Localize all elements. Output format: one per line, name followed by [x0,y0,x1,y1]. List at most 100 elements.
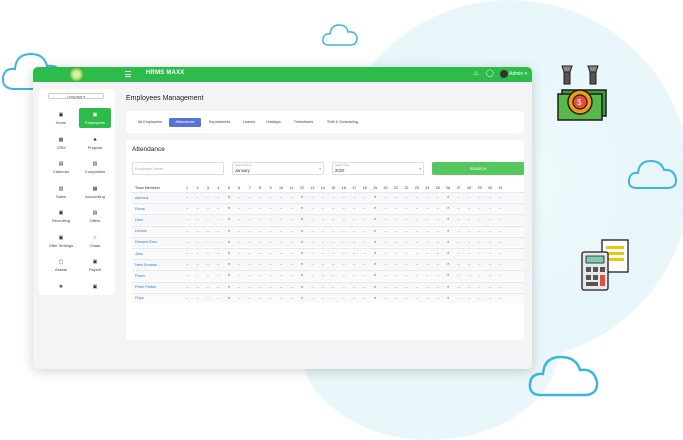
day-header: 8 [259,186,262,190]
sidebar-item-item-14[interactable]: ❖ [45,280,77,300]
present-mark: – [468,206,471,211]
present-mark: – [426,295,429,300]
present-mark: – [238,295,241,300]
present-mark: – [394,228,398,233]
day-header: 4 [217,186,220,190]
tab-shift-scheduling[interactable]: Shift & Scheduling [321,118,364,127]
present-mark: – [384,273,387,278]
sidebar-item-recruiting[interactable]: ▣ Recruiting [45,206,77,226]
present-mark: – [279,262,283,267]
table-row: Dennis – – – – × – – – – – – × – – – – – – × – – – – – – × – – – – – [132,225,524,236]
sidebar-item-item-15[interactable]: ▣ [79,280,111,300]
member-link[interactable]: New Dreams [135,263,157,267]
present-mark: – [321,284,324,289]
sidebar-item-calendar[interactable]: ▤ Calendar [45,157,77,177]
present-mark: – [353,206,356,211]
present-mark: – [415,206,418,211]
absent-mark: × [447,195,450,199]
member-link[interactable]: Dennis [135,229,147,233]
member-link[interactable]: Asenius [135,196,149,200]
absent-mark: × [227,284,230,289]
present-mark: – [217,295,220,300]
sidebar-item-assets[interactable]: ▢ Assets [45,255,77,275]
day-header: 19 [373,186,378,190]
day-header: 20 [383,186,388,190]
present-mark: – [217,195,220,199]
sidebar-item-home[interactable]: ▣ Home [45,108,77,128]
sidebar-item-crm[interactable]: ▦ CRM [45,133,77,153]
tab-attendance[interactable]: Attendance [169,118,201,127]
tab-leaves[interactable]: Leaves [239,118,259,127]
sidebar-item-offer-settings[interactable]: ▣ Offer Settings [45,231,77,251]
member-link[interactable]: Dani [135,218,143,222]
present-mark: – [279,295,283,300]
present-mark: – [426,251,429,255]
accounting-icon: ▦ [92,185,98,192]
present-mark: – [311,228,314,233]
sidebar-item-label: Projects [87,144,103,150]
sidebar-item-accounting[interactable]: ▦ Accounting [79,182,111,202]
present-mark: – [342,284,345,289]
member-link[interactable]: Ronal [135,207,145,211]
tab-timesheets[interactable]: Timesheets [289,118,318,127]
present-mark: – [206,251,209,255]
present-mark: – [415,262,418,267]
user-menu[interactable]: Admin ▾ [509,71,527,77]
present-mark: – [342,217,345,222]
present-mark: – [384,195,387,199]
notification-bell-icon[interactable]: ♨ [473,70,479,77]
present-mark: – [457,295,460,300]
member-link[interactable]: John [135,252,143,256]
member-link[interactable]: Dreams Emo [135,240,157,244]
present-mark: – [415,239,418,244]
sidebar-item-employees[interactable]: ▣ Employees [79,108,111,128]
present-mark: – [499,195,502,199]
present-mark: – [217,217,220,222]
search-button[interactable]: SEARCH [432,162,524,175]
present-mark: – [394,195,398,199]
share-icon: ❖ [58,283,64,290]
sidebar-item-payroll[interactable]: ▣ Payroll [79,255,111,275]
member-link[interactable]: Peter Parker [135,285,156,289]
tab-all-employees[interactable]: All Employees [134,118,166,127]
present-mark: – [321,206,324,211]
employee-name-input[interactable]: Employee Name [132,162,224,175]
language-select[interactable]: Language ▾ [48,93,104,99]
sidebar-item-sales[interactable]: ▥ Sales [45,182,77,202]
absent-mark: × [227,295,230,300]
present-mark: – [468,217,471,222]
sidebar-item-offers[interactable]: ▤ Offers [79,206,111,226]
tab-holidays[interactable]: Holidays [262,118,285,127]
present-mark: – [405,262,408,267]
sidebar-item-projects[interactable]: ♣ Projects [79,133,111,153]
present-mark: – [185,228,189,233]
present-mark: – [206,206,209,211]
chat-bubble-icon[interactable]: ◯ [486,70,494,77]
tab-departments[interactable]: Departments [203,118,236,127]
absent-mark: × [227,251,230,255]
present-mark: – [311,217,314,222]
day-header: 23 [414,186,419,190]
offer-settings-icon: ▣ [58,234,64,241]
cloud-icon [528,355,599,397]
payroll-icon: ▣ [92,259,98,265]
sidebar-item-companies[interactable]: ▥ Companies [79,157,111,177]
present-mark: – [259,262,262,267]
present-mark: – [468,295,471,300]
absent-mark: × [300,251,304,255]
present-mark: – [405,228,408,233]
sidebar-item-chats[interactable]: ○ Chats [79,231,111,251]
users-icon: ▣ [92,112,98,118]
menu-toggle-icon[interactable] [125,71,131,77]
present-mark: – [457,228,460,233]
avatar[interactable] [500,70,508,78]
month-select[interactable]: Select Month January ▾ [232,162,324,175]
present-mark: – [248,195,251,199]
member-link[interactable]: Priya [135,296,144,300]
member-link[interactable]: Paren [135,274,145,278]
year-select[interactable]: Select Year 2020 ▾ [332,162,424,175]
present-mark: – [185,239,189,244]
logo[interactable] [70,68,83,81]
day-header: 13 [310,186,315,190]
absent-mark: × [300,239,304,244]
